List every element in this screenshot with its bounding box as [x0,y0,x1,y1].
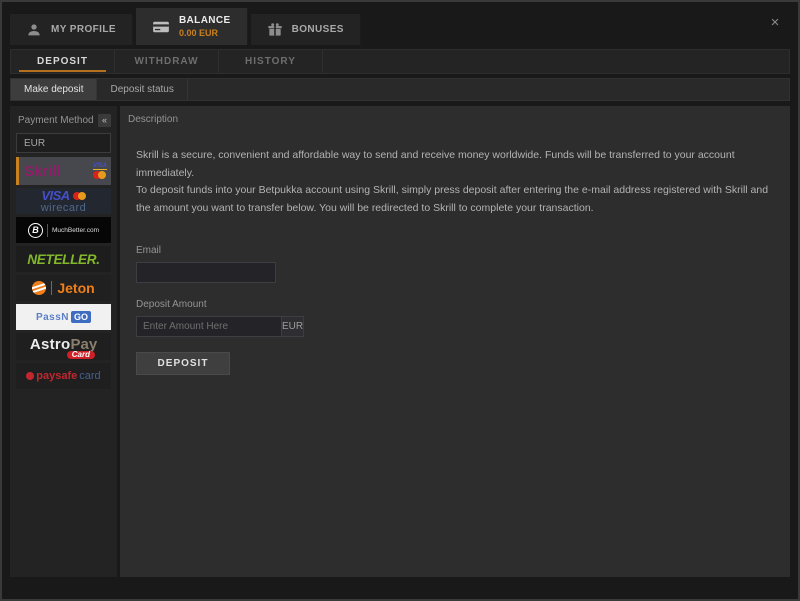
collapse-sidebar-icon[interactable]: « [98,114,111,127]
skrill-logo: Skrill [24,163,61,180]
wallet-icon [152,19,170,35]
payment-method-neteller[interactable]: NETELLER. [16,246,111,272]
jeton-icon [32,281,46,295]
payment-method-paysafecard[interactable]: paysafe card [16,363,111,389]
deposit-subnav: Make deposit Deposit status [10,78,790,101]
subtab-deposit-status[interactable]: Deposit status [97,79,187,100]
description-paragraph: Skrill is a secure, convenient and affor… [136,147,774,182]
gift-icon [267,22,283,38]
tab-label: MY PROFILE [51,24,116,35]
tab-deposit[interactable]: DEPOSIT [11,50,115,73]
close-icon[interactable]: × [766,14,784,32]
payment-method-visa-wirecard[interactable]: VISA wirecard [16,188,111,214]
header-tabs: MY PROFILE BALANCE 0.00 EUR BONUSES [10,8,768,45]
passngo-go-badge: GO [71,311,91,323]
jeton-logo: Jeton [57,280,94,296]
balance-window: MY PROFILE BALANCE 0.00 EUR BONUSES × DE… [0,0,800,601]
description-title: Description [126,114,778,125]
visa-logo: VISA [41,189,69,202]
tab-history[interactable]: HISTORY [219,50,323,73]
paysafecard-icon [26,372,34,380]
payment-method-passngo[interactable]: PassN GO [16,304,111,330]
passngo-logo: PassN [36,312,69,323]
currency-select[interactable]: EUR [16,133,111,153]
description-paragraph: To deposit funds into your Betpukka acco… [136,182,774,217]
paysafecard-logo: paysafe [36,370,77,382]
muchbetter-icon: B [28,223,43,238]
payment-method-skrill[interactable]: Skrill VISA [16,157,111,185]
email-field[interactable] [136,262,276,283]
payment-method-astropay[interactable]: Astro Pay Card [16,333,111,360]
mastercard-icon [93,171,106,179]
astropay-logo: Astro [30,337,71,352]
person-icon [26,22,42,38]
tab-withdraw[interactable]: WITHDRAW [115,50,219,73]
payment-method-list: Skrill VISA VISA wirecard B [16,157,111,389]
deposit-button[interactable]: DEPOSIT [136,352,230,375]
muchbetter-logo: MuchBetter.com [52,227,99,234]
amount-field[interactable] [136,316,281,337]
payment-method-title: Payment Method [18,115,94,126]
deposit-form: Email Deposit Amount EUR DEPOSIT [136,245,774,375]
tab-label: BALANCE [179,15,231,26]
method-description: Skrill is a secure, convenient and affor… [136,147,774,217]
deposit-nav: DEPOSIT WITHDRAW HISTORY [10,49,790,74]
tab-my-profile[interactable]: MY PROFILE [10,14,133,45]
wirecard-logo: wirecard [41,203,87,214]
tab-bonuses[interactable]: BONUSES [251,14,361,45]
visa-mini-logo: VISA [93,163,107,170]
balance-amount: 0.00 EUR [179,28,231,38]
astropay-card-badge: Card [67,351,95,359]
email-label: Email [136,245,774,256]
main-area: Payment Method « EUR Skrill VISA VISA [10,106,790,577]
currency-suffix: EUR [281,316,304,337]
deposit-amount-label: Deposit Amount [136,299,774,310]
mastercard-icon [73,192,86,200]
tab-balance[interactable]: BALANCE 0.00 EUR [136,8,248,45]
subtab-make-deposit[interactable]: Make deposit [11,79,97,100]
payment-method-sidebar: Payment Method « EUR Skrill VISA VISA [10,106,117,577]
payment-method-jeton[interactable]: Jeton [16,275,111,301]
neteller-logo: NETELLER. [27,252,99,267]
payment-method-muchbetter[interactable]: B MuchBetter.com [16,217,111,243]
description-panel: Description Skrill is a secure, convenie… [120,106,790,577]
tab-label: BONUSES [292,24,344,35]
